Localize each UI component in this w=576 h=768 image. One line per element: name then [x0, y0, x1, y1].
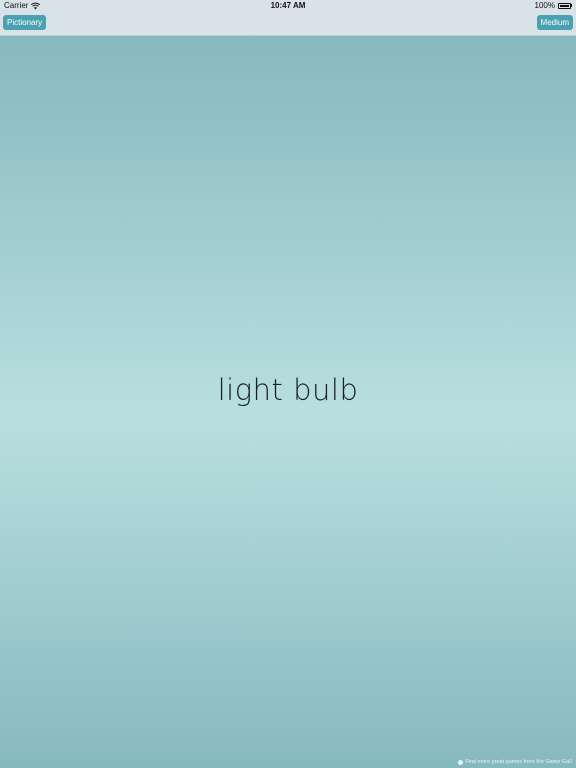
- more-games-label: Find more great games from the Game Gal!: [465, 759, 572, 765]
- more-games-link[interactable]: Find more great games from the Game Gal!: [458, 759, 572, 765]
- difficulty-button[interactable]: Medium: [536, 15, 573, 30]
- current-word: light bulb: [217, 373, 359, 407]
- battery-percent: 100%: [534, 1, 555, 10]
- battery-icon: [558, 2, 571, 9]
- word-card[interactable]: light bulb Find more great games from th…: [0, 36, 576, 768]
- battery-tip: [571, 4, 572, 7]
- battery-group: 100%: [535, 1, 572, 10]
- game-type-button[interactable]: Pictionary: [3, 15, 47, 30]
- status-time: 10:47 AM: [270, 1, 306, 10]
- status-bar: Carrier 10:47 AM 100%: [0, 0, 576, 12]
- info-icon: [458, 759, 464, 765]
- nav-bar: Pictionary Medium: [0, 12, 576, 36]
